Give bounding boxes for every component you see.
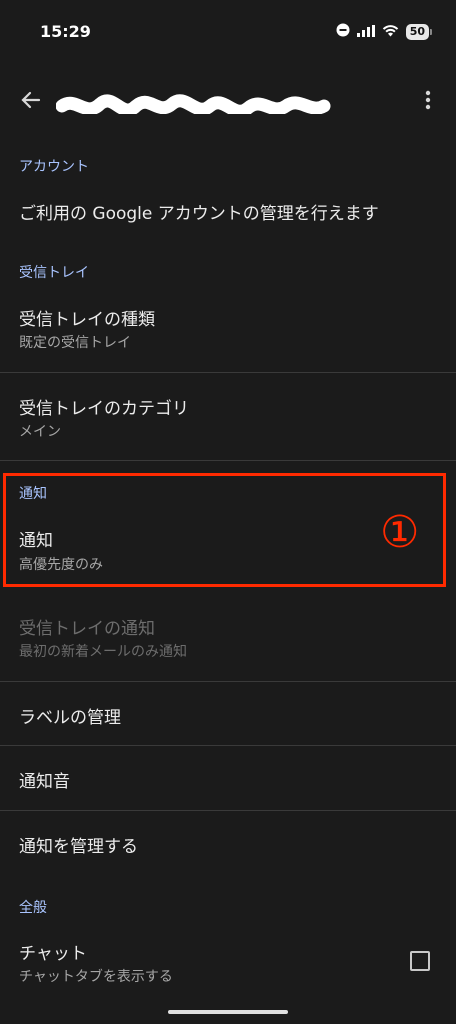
item-title: 受信トレイのカテゴリ xyxy=(19,399,189,419)
battery-icon: 50 xyxy=(405,23,429,40)
inbox-category-item[interactable]: 受信トレイのカテゴリ メイン xyxy=(0,380,456,460)
divider xyxy=(0,460,456,461)
account-email-redacted xyxy=(56,86,336,114)
home-indicator[interactable] xyxy=(168,1010,288,1014)
inbox-notifications-item: 受信トレイの通知 最初の新着メールのみ通知 xyxy=(0,602,456,680)
item-subtitle: チャットタブを表示する xyxy=(19,969,173,985)
section-header-inbox: 受信トレイ xyxy=(19,265,89,281)
item-title: 受信トレイの種類 xyxy=(19,310,155,330)
back-button[interactable] xyxy=(16,86,44,114)
item-title: 受信トレイの通知 xyxy=(19,619,155,639)
item-title: 通知を管理する xyxy=(19,837,138,857)
item-title: チャット xyxy=(19,944,87,964)
chat-item[interactable]: チャット チャットタブを表示する xyxy=(0,926,456,996)
status-icons: 50 xyxy=(336,22,432,41)
manage-google-account-item[interactable]: ご利用の Google アカウントの管理を行えます xyxy=(0,190,456,236)
item-title: ラベルの管理 xyxy=(19,708,121,728)
item-subtitle: 最初の新着メールのみ通知 xyxy=(19,644,187,660)
chat-tab-checkbox[interactable] xyxy=(410,951,430,971)
app-bar xyxy=(0,72,456,128)
inbox-type-item[interactable]: 受信トレイの種類 既定の受信トレイ xyxy=(0,292,456,372)
arrow-left-icon xyxy=(21,91,41,109)
more-options-button[interactable] xyxy=(414,86,442,114)
more-vert-icon xyxy=(425,90,431,110)
divider xyxy=(0,372,456,373)
manage-labels-item[interactable]: ラベルの管理 xyxy=(0,682,456,745)
notification-sound-item[interactable]: 通知音 xyxy=(0,746,456,809)
status-bar: 15:29 50 xyxy=(0,0,456,62)
wifi-icon xyxy=(382,22,399,41)
item-title: ご利用の Google アカウントの管理を行えます xyxy=(19,204,379,224)
item-subtitle: メイン xyxy=(19,424,61,440)
section-header-account: アカウント xyxy=(19,159,89,175)
battery-cap xyxy=(430,28,432,35)
do-not-disturb-icon xyxy=(336,22,350,41)
item-subtitle: 既定の受信トレイ xyxy=(19,335,131,351)
signal-icon xyxy=(356,22,375,41)
annotation-marker: ① xyxy=(380,507,420,558)
section-header-general: 全般 xyxy=(19,900,47,916)
status-time: 15:29 xyxy=(40,22,91,41)
item-title: 通知音 xyxy=(19,772,70,792)
manage-notifications-item[interactable]: 通知を管理する xyxy=(0,811,456,874)
